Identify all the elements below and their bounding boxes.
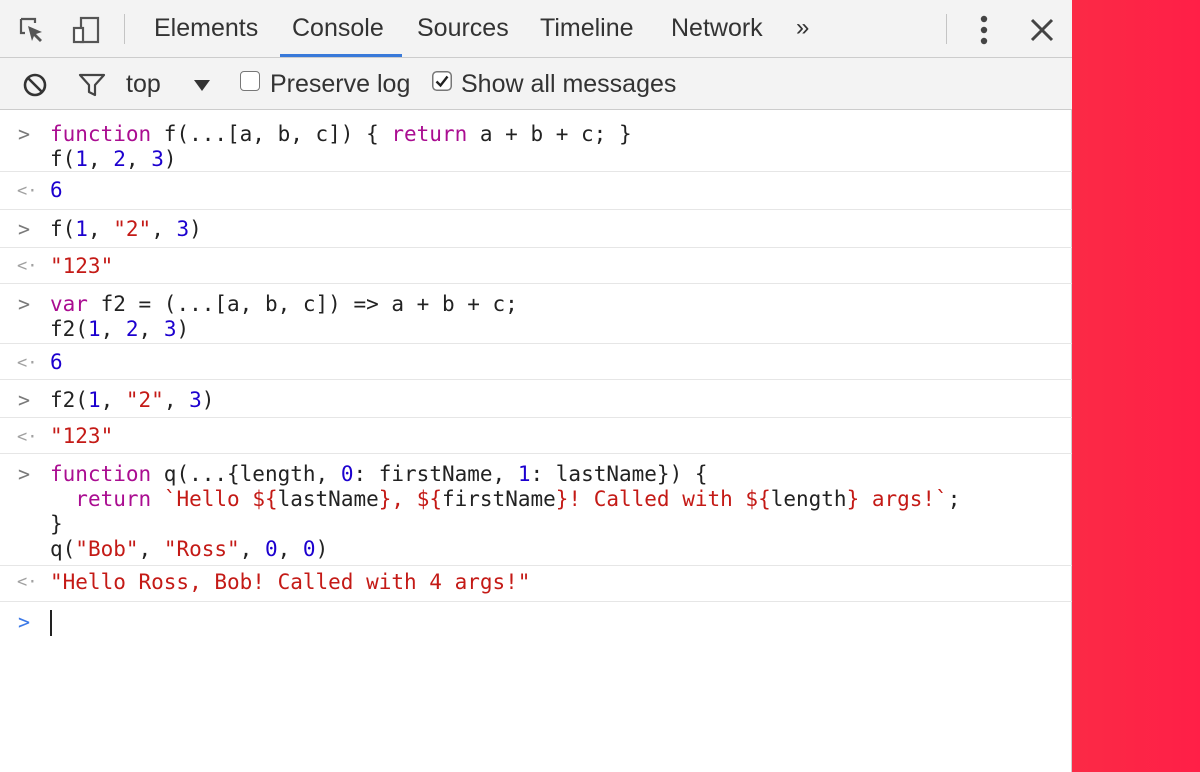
close-icon[interactable] (1028, 16, 1056, 44)
input-prompt-icon: > (18, 462, 31, 486)
inspect-element-icon[interactable] (18, 16, 46, 44)
code-line: f2(1, "2", 3) (50, 388, 215, 412)
tab-sources[interactable]: Sources (417, 14, 509, 44)
console-result-message: <· 6 (0, 172, 1072, 210)
context-selector[interactable]: top (126, 70, 161, 99)
active-prompt-icon: > (18, 610, 31, 634)
tab-console[interactable]: Console (280, 14, 402, 57)
result-arrow-icon: <· (17, 181, 38, 201)
kebab-menu-icon[interactable] (972, 12, 996, 48)
console-input-message: > function f(...[a, b, c]) { return a + … (0, 110, 1072, 172)
text-cursor (50, 610, 52, 636)
tab-separator-right (946, 14, 947, 44)
code-line: q("Bob", "Ross", 0, 0) (50, 537, 329, 561)
console-result: 6 (50, 350, 63, 374)
console-result: "123" (50, 424, 114, 448)
console-input-message: > f2(1, "2", 3) (0, 380, 1072, 418)
console-result-message: <· "123" (0, 418, 1072, 454)
console-result-message: <· 6 (0, 344, 1072, 380)
tab-elements[interactable]: Elements (154, 14, 258, 44)
console-prompt-row[interactable]: > (0, 602, 1072, 642)
console-code: function q(...{length, 0: firstName, 1: … (50, 462, 960, 562)
code-line: function q(...{length, 0: firstName, 1: … (50, 462, 708, 486)
tab-network[interactable]: Network (671, 14, 763, 44)
chevron-down-icon[interactable] (192, 78, 212, 92)
result-arrow-icon: <· (17, 353, 38, 373)
filter-icon[interactable] (78, 72, 106, 98)
console-result: "123" (50, 254, 114, 278)
more-tabs-icon[interactable]: » (796, 14, 809, 42)
devtools-panel: Elements Console Sources Timeline Networ… (0, 0, 1072, 772)
console-code: f2(1, "2", 3) (50, 388, 214, 413)
show-all-messages-checkbox[interactable] (432, 71, 452, 91)
device-mode-icon[interactable] (72, 16, 100, 44)
devtools-tab-bar: Elements Console Sources Timeline Networ… (0, 0, 1072, 58)
page-background-strip (1072, 0, 1200, 772)
console-input-message: > function q(...{length, 0: firstName, 1… (0, 454, 1072, 566)
tab-separator (124, 14, 125, 44)
console-code: function f(...[a, b, c]) { return a + b … (50, 122, 632, 172)
console-toolbar: top Preserve log Show all messages (0, 58, 1072, 110)
code-line: function f(...[a, b, c]) { return a + b … (50, 122, 632, 146)
console-result: "Hello Ross, Bob! Called with 4 args!" (50, 570, 531, 594)
preserve-log-label[interactable]: Preserve log (270, 70, 410, 99)
code-line: f(1, "2", 3) (50, 217, 202, 241)
input-prompt-icon: > (18, 388, 31, 412)
clear-console-icon[interactable] (22, 72, 48, 98)
input-prompt-icon: > (18, 292, 31, 316)
console-result-message: <· "Hello Ross, Bob! Called with 4 args!… (0, 566, 1072, 602)
result-arrow-icon: <· (17, 256, 38, 276)
result-arrow-icon: <· (17, 427, 38, 447)
console-result: 6 (50, 178, 63, 202)
console-code: f(1, "2", 3) (50, 217, 202, 242)
input-prompt-icon: > (18, 122, 31, 146)
code-line: return `Hello ${lastName}, ${firstName}!… (75, 487, 961, 511)
preserve-log-checkbox[interactable] (240, 71, 260, 91)
console-input-message: > var f2 = (...[a, b, c]) => a + b + c; … (0, 284, 1072, 344)
code-line: f2(1, 2, 3) (50, 317, 190, 341)
result-arrow-icon: <· (17, 572, 38, 592)
code-line: f(1, 2, 3) (50, 147, 177, 171)
input-prompt-icon: > (18, 217, 31, 241)
tab-timeline[interactable]: Timeline (540, 14, 634, 44)
code-line: } (50, 512, 63, 536)
code-line: var f2 = (...[a, b, c]) => a + b + c; (50, 292, 518, 316)
console-code: var f2 = (...[a, b, c]) => a + b + c; f2… (50, 292, 518, 342)
console-result-message: <· "123" (0, 248, 1072, 284)
show-all-messages-label[interactable]: Show all messages (461, 70, 676, 99)
console-input-message: > f(1, "2", 3) (0, 210, 1072, 248)
